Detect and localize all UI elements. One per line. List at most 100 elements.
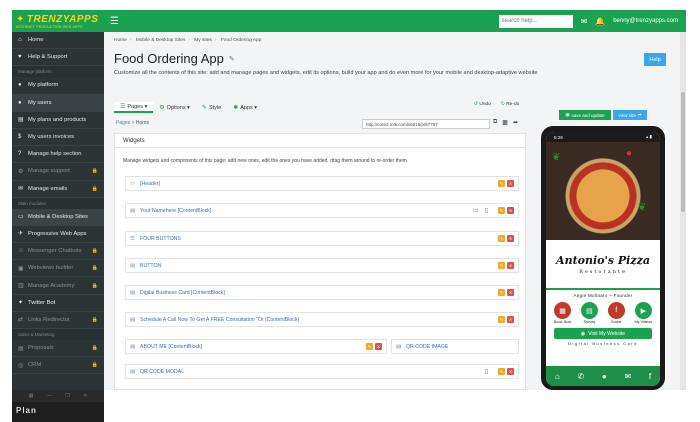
trash-icon[interactable]: ✕ bbox=[507, 368, 514, 375]
sidebar-item-support[interactable]: ⚙ Manage support 🔒 bbox=[12, 163, 104, 181]
breadcrumb-mobile-sites[interactable]: Mobile & Desktop Sites bbox=[136, 38, 186, 43]
tab-options[interactable]: ⚙ Options ▾ bbox=[153, 102, 196, 113]
pages-link[interactable]: Pages bbox=[116, 120, 130, 126]
sidebar-item-pwa[interactable]: ✈ Progressive Web Apps bbox=[12, 226, 104, 244]
menu-toggle-icon[interactable]: ☰ bbox=[110, 16, 119, 27]
facebook-icon: f bbox=[607, 302, 625, 319]
home-icon[interactable]: ⌂ bbox=[555, 372, 560, 381]
lock-icon: 🔒 bbox=[91, 248, 98, 255]
sidebar-item-home[interactable]: ⌂ Home bbox=[12, 32, 104, 50]
save-update-button[interactable]: ▣ save and update bbox=[559, 110, 611, 120]
widget-row-qr-image[interactable]: ▤ QR CODE IMAGE bbox=[391, 339, 519, 354]
sidebar-item-chatbots[interactable]: ☺ Messenger Chatbots 🔒 bbox=[12, 243, 104, 261]
edit-icon[interactable]: ✎ bbox=[498, 262, 505, 269]
sidebar-item-my-users[interactable]: ● My users bbox=[12, 94, 104, 112]
sidebar-item-webviews[interactable]: ▣ Webviews builder 🔒 bbox=[12, 260, 104, 278]
sidebar-item-plans[interactable]: ▤ My plans and products bbox=[12, 112, 104, 129]
scrollbar-thumb[interactable] bbox=[681, 92, 685, 212]
edit-icon[interactable]: ✎ bbox=[498, 289, 505, 296]
trash-icon[interactable]: ✕ bbox=[507, 289, 514, 296]
twitter-icon: ✦ bbox=[18, 300, 24, 307]
button-widget-icon: ▤ bbox=[130, 262, 136, 269]
user-email[interactable]: benny@trenzyapps.com bbox=[613, 18, 678, 24]
sidebar-item-links[interactable]: ⇄ Links Redirector 🔒 bbox=[12, 312, 104, 329]
visit-website-button[interactable]: ◉ Visit My Website bbox=[554, 328, 652, 339]
heart-icon: ♥ bbox=[18, 54, 22, 61]
sidebar-item-mobile-sites[interactable]: ▭ Mobile & Desktop Sites bbox=[12, 208, 104, 226]
sidebar-item-crm[interactable]: ◎ CRM 🔒 bbox=[12, 357, 104, 375]
tab-pages[interactable]: ☰ Pages ▾ bbox=[114, 102, 154, 113]
edit-icon[interactable]: ✎ bbox=[366, 343, 373, 350]
tab-style[interactable]: ✎ Style bbox=[196, 102, 227, 113]
edit-icon[interactable]: ✎ bbox=[498, 368, 505, 375]
widgets-title: Widgets bbox=[115, 134, 525, 148]
search-input[interactable] bbox=[498, 14, 573, 28]
facebook-icon[interactable]: f bbox=[649, 372, 651, 381]
copy-icon[interactable]: ⧉ bbox=[493, 119, 497, 126]
book-now-button[interactable]: ▦ Book Now bbox=[554, 302, 571, 324]
digital-business-card-label: Digital Business Card bbox=[568, 341, 638, 346]
sidebar-item-help-section[interactable]: ? Manage help section bbox=[12, 146, 104, 164]
sidebar-item-twitter[interactable]: ✦ Twitter Bot bbox=[12, 295, 104, 312]
widget-row-business-card[interactable]: ▤ Digital Business Card [ContentBlock] ✎ ✕ bbox=[125, 285, 519, 300]
edit-icon[interactable]: ✎ bbox=[498, 207, 505, 214]
widget-row-about-me[interactable]: ▤ ABOUT ME [ContentBlock] ✎ ✕ bbox=[125, 339, 387, 354]
breadcrumb-my-sites[interactable]: My sites bbox=[194, 38, 212, 43]
trash-icon[interactable]: ✕ bbox=[507, 235, 514, 242]
my-videos-button[interactable]: ▶ My Videos bbox=[634, 302, 652, 324]
tab-apps[interactable]: ✱ Apps ▾ bbox=[227, 102, 263, 113]
grid-icon[interactable]: ▦ bbox=[29, 393, 34, 399]
sidebar-item-academy[interactable]: ▥ Manage Academy 🔒 bbox=[12, 277, 104, 295]
widget-row-qr-modal[interactable]: ▤ QR CODE MODAL ▯ ✎ ✕ bbox=[125, 364, 519, 379]
breadcrumb-home[interactable]: Home bbox=[114, 38, 127, 43]
founder-text: Angie Molinaro ~ Founder bbox=[573, 293, 633, 298]
site-url-field[interactable]: http://core3.mtk.com/s6015/p/67757 bbox=[362, 119, 490, 129]
sidebar-item-my-platform[interactable]: ● My platform bbox=[12, 77, 104, 95]
page-scrollbar[interactable] bbox=[680, 32, 686, 390]
share-icon[interactable]: ➦ bbox=[513, 119, 518, 126]
trash-icon[interactable]: ✕ bbox=[507, 180, 514, 187]
minimize-icon[interactable]: — bbox=[47, 393, 52, 399]
social-button[interactable]: f Social bbox=[607, 302, 625, 324]
url-actions: ⧉ ▩ ➦ bbox=[493, 119, 518, 126]
edit-icon[interactable]: ✎ bbox=[498, 180, 505, 187]
edit-icon[interactable]: ✎ bbox=[498, 316, 505, 323]
trash-icon[interactable]: ✕ bbox=[375, 343, 382, 350]
monitor-icon: ▭ bbox=[18, 214, 24, 221]
bell-icon[interactable]: 🔔 bbox=[595, 17, 605, 26]
sidebar-item-invoices[interactable]: $ My users invoices bbox=[12, 129, 104, 147]
undo-icon: ↺ bbox=[474, 102, 479, 107]
qr-code-icon[interactable]: ▩ bbox=[502, 119, 508, 126]
edit-icon[interactable]: ✎ bbox=[498, 235, 505, 242]
chat-icon[interactable]: ● bbox=[602, 372, 607, 381]
trash-icon[interactable]: ✕ bbox=[507, 262, 514, 269]
phone-icon[interactable]: ✆ bbox=[577, 372, 584, 381]
help-button[interactable]: Help bbox=[644, 53, 666, 66]
widget-row-schedule-call[interactable]: ▤ Schedule A Call Now To Get A FREE Consu… bbox=[125, 312, 519, 327]
window-icon: ▣ bbox=[18, 265, 24, 272]
logo[interactable]: ✦ TRENZYAPPS INTERNET PRODUCTION WEB APPS bbox=[12, 10, 104, 32]
link-icon: ⇄ bbox=[18, 317, 24, 324]
redo-button[interactable]: ↻ Re-do bbox=[501, 102, 519, 107]
widget-row-four-buttons[interactable]: ☰ FOUR BUTTONS ✎ ✕ bbox=[125, 231, 519, 246]
trash-icon[interactable]: ✕ bbox=[507, 316, 514, 323]
widget-row-button[interactable]: ▤ BUTTON ✎ ✕ bbox=[125, 258, 519, 273]
widget-row-content-block[interactable]: ▤ Your Namehere [ContentBlock] ▭ ▯ ✎ ✕ bbox=[125, 203, 519, 218]
sidebar-item-emails[interactable]: ✉ Manage emails 🔒 bbox=[12, 181, 104, 198]
globe-icon: ◉ bbox=[580, 330, 586, 337]
survey-button[interactable]: ▤ Survey bbox=[580, 302, 598, 324]
widget-row-header[interactable]: ▭ [Header] ✎ ✕ bbox=[125, 176, 519, 191]
trash-icon[interactable]: ✕ bbox=[507, 207, 514, 214]
brush-icon: ✎ bbox=[201, 105, 207, 111]
sidebar-item-proposals[interactable]: ▤ Proposals 🔒 bbox=[12, 340, 104, 358]
undo-button[interactable]: ↺ Undo bbox=[474, 102, 491, 107]
mail-icon[interactable]: ✉ bbox=[624, 372, 631, 381]
desktop-icon: ▭ bbox=[473, 208, 479, 214]
edit-title-icon[interactable]: ✎ bbox=[229, 55, 235, 63]
close-icon[interactable]: ✕ bbox=[83, 393, 87, 399]
view-site-button[interactable]: view site ➦ bbox=[613, 110, 647, 120]
sidebar-item-help[interactable]: ♥ Help & Support bbox=[12, 49, 104, 67]
maximize-icon[interactable]: ❐ bbox=[65, 393, 69, 399]
messages-icon[interactable]: ✉ bbox=[581, 17, 588, 26]
home-icon: ⌂ bbox=[18, 37, 22, 44]
